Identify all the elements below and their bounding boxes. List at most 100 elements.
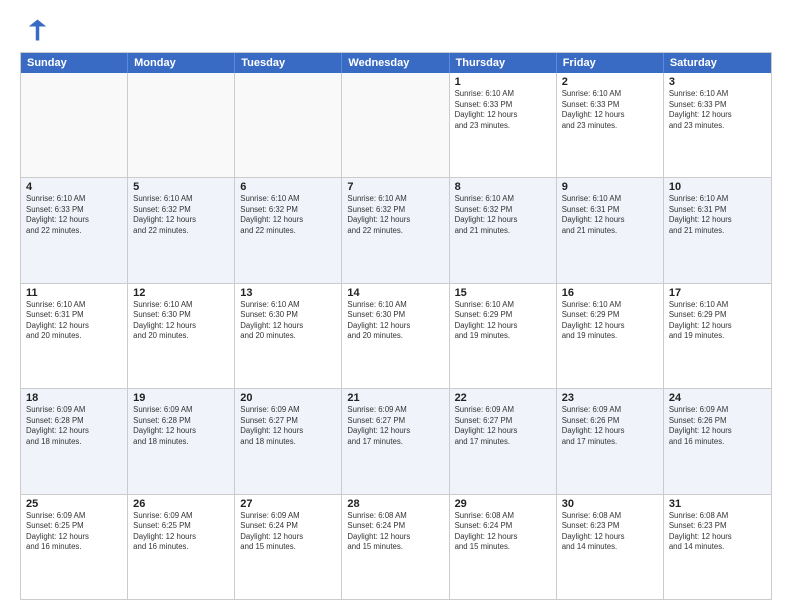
- calendar-cell-2-7: 10Sunrise: 6:10 AM Sunset: 6:31 PM Dayli…: [664, 178, 771, 282]
- day-info: Sunrise: 6:10 AM Sunset: 6:29 PM Dayligh…: [669, 300, 766, 342]
- day-number: 2: [562, 76, 658, 88]
- day-number: 19: [133, 392, 229, 404]
- day-info: Sunrise: 6:10 AM Sunset: 6:29 PM Dayligh…: [562, 300, 658, 342]
- day-info: Sunrise: 6:10 AM Sunset: 6:32 PM Dayligh…: [347, 194, 443, 236]
- calendar-header: SundayMondayTuesdayWednesdayThursdayFrid…: [21, 53, 771, 73]
- day-info: Sunrise: 6:10 AM Sunset: 6:31 PM Dayligh…: [26, 300, 122, 342]
- day-info: Sunrise: 6:10 AM Sunset: 6:32 PM Dayligh…: [240, 194, 336, 236]
- day-number: 28: [347, 498, 443, 510]
- calendar-cell-1-5: 1Sunrise: 6:10 AM Sunset: 6:33 PM Daylig…: [450, 73, 557, 177]
- day-info: Sunrise: 6:09 AM Sunset: 6:26 PM Dayligh…: [562, 405, 658, 447]
- logo: [20, 16, 52, 44]
- header-cell-wednesday: Wednesday: [342, 53, 449, 73]
- calendar-cell-2-1: 4Sunrise: 6:10 AM Sunset: 6:33 PM Daylig…: [21, 178, 128, 282]
- day-info: Sunrise: 6:09 AM Sunset: 6:27 PM Dayligh…: [347, 405, 443, 447]
- day-info: Sunrise: 6:10 AM Sunset: 6:33 PM Dayligh…: [26, 194, 122, 236]
- day-number: 17: [669, 287, 766, 299]
- day-number: 14: [347, 287, 443, 299]
- header-cell-friday: Friday: [557, 53, 664, 73]
- day-info: Sunrise: 6:10 AM Sunset: 6:30 PM Dayligh…: [240, 300, 336, 342]
- calendar-row-4: 18Sunrise: 6:09 AM Sunset: 6:28 PM Dayli…: [21, 388, 771, 493]
- day-number: 27: [240, 498, 336, 510]
- calendar-cell-2-5: 8Sunrise: 6:10 AM Sunset: 6:32 PM Daylig…: [450, 178, 557, 282]
- day-info: Sunrise: 6:09 AM Sunset: 6:27 PM Dayligh…: [240, 405, 336, 447]
- header-cell-monday: Monday: [128, 53, 235, 73]
- header: [20, 16, 772, 44]
- day-number: 15: [455, 287, 551, 299]
- calendar-cell-1-3: [235, 73, 342, 177]
- day-number: 24: [669, 392, 766, 404]
- day-number: 22: [455, 392, 551, 404]
- day-info: Sunrise: 6:09 AM Sunset: 6:25 PM Dayligh…: [26, 511, 122, 553]
- calendar-cell-4-5: 22Sunrise: 6:09 AM Sunset: 6:27 PM Dayli…: [450, 389, 557, 493]
- calendar-cell-5-3: 27Sunrise: 6:09 AM Sunset: 6:24 PM Dayli…: [235, 495, 342, 599]
- day-number: 5: [133, 181, 229, 193]
- day-number: 11: [26, 287, 122, 299]
- calendar-cell-3-2: 12Sunrise: 6:10 AM Sunset: 6:30 PM Dayli…: [128, 284, 235, 388]
- day-info: Sunrise: 6:08 AM Sunset: 6:23 PM Dayligh…: [562, 511, 658, 553]
- day-number: 18: [26, 392, 122, 404]
- calendar-cell-3-1: 11Sunrise: 6:10 AM Sunset: 6:31 PM Dayli…: [21, 284, 128, 388]
- day-number: 7: [347, 181, 443, 193]
- calendar-row-1: 1Sunrise: 6:10 AM Sunset: 6:33 PM Daylig…: [21, 73, 771, 177]
- day-number: 23: [562, 392, 658, 404]
- header-cell-saturday: Saturday: [664, 53, 771, 73]
- calendar-cell-5-5: 29Sunrise: 6:08 AM Sunset: 6:24 PM Dayli…: [450, 495, 557, 599]
- calendar-cell-2-6: 9Sunrise: 6:10 AM Sunset: 6:31 PM Daylig…: [557, 178, 664, 282]
- calendar-cell-5-2: 26Sunrise: 6:09 AM Sunset: 6:25 PM Dayli…: [128, 495, 235, 599]
- day-number: 30: [562, 498, 658, 510]
- day-info: Sunrise: 6:10 AM Sunset: 6:32 PM Dayligh…: [455, 194, 551, 236]
- calendar-cell-1-4: [342, 73, 449, 177]
- calendar-cell-1-1: [21, 73, 128, 177]
- calendar-cell-3-3: 13Sunrise: 6:10 AM Sunset: 6:30 PM Dayli…: [235, 284, 342, 388]
- calendar-cell-3-5: 15Sunrise: 6:10 AM Sunset: 6:29 PM Dayli…: [450, 284, 557, 388]
- day-info: Sunrise: 6:09 AM Sunset: 6:25 PM Dayligh…: [133, 511, 229, 553]
- day-info: Sunrise: 6:10 AM Sunset: 6:33 PM Dayligh…: [455, 89, 551, 131]
- calendar-cell-4-3: 20Sunrise: 6:09 AM Sunset: 6:27 PM Dayli…: [235, 389, 342, 493]
- calendar-cell-1-6: 2Sunrise: 6:10 AM Sunset: 6:33 PM Daylig…: [557, 73, 664, 177]
- calendar-cell-5-4: 28Sunrise: 6:08 AM Sunset: 6:24 PM Dayli…: [342, 495, 449, 599]
- calendar-cell-3-4: 14Sunrise: 6:10 AM Sunset: 6:30 PM Dayli…: [342, 284, 449, 388]
- day-info: Sunrise: 6:09 AM Sunset: 6:28 PM Dayligh…: [133, 405, 229, 447]
- calendar-row-2: 4Sunrise: 6:10 AM Sunset: 6:33 PM Daylig…: [21, 177, 771, 282]
- day-number: 1: [455, 76, 551, 88]
- day-number: 20: [240, 392, 336, 404]
- day-info: Sunrise: 6:08 AM Sunset: 6:24 PM Dayligh…: [347, 511, 443, 553]
- calendar: SundayMondayTuesdayWednesdayThursdayFrid…: [20, 52, 772, 600]
- calendar-cell-4-2: 19Sunrise: 6:09 AM Sunset: 6:28 PM Dayli…: [128, 389, 235, 493]
- calendar-row-5: 25Sunrise: 6:09 AM Sunset: 6:25 PM Dayli…: [21, 494, 771, 599]
- day-number: 25: [26, 498, 122, 510]
- day-number: 6: [240, 181, 336, 193]
- logo-icon: [20, 16, 48, 44]
- calendar-cell-4-1: 18Sunrise: 6:09 AM Sunset: 6:28 PM Dayli…: [21, 389, 128, 493]
- day-number: 8: [455, 181, 551, 193]
- calendar-cell-4-6: 23Sunrise: 6:09 AM Sunset: 6:26 PM Dayli…: [557, 389, 664, 493]
- calendar-cell-1-7: 3Sunrise: 6:10 AM Sunset: 6:33 PM Daylig…: [664, 73, 771, 177]
- day-info: Sunrise: 6:09 AM Sunset: 6:24 PM Dayligh…: [240, 511, 336, 553]
- header-cell-thursday: Thursday: [450, 53, 557, 73]
- day-number: 21: [347, 392, 443, 404]
- day-number: 3: [669, 76, 766, 88]
- calendar-cell-4-7: 24Sunrise: 6:09 AM Sunset: 6:26 PM Dayli…: [664, 389, 771, 493]
- day-info: Sunrise: 6:09 AM Sunset: 6:26 PM Dayligh…: [669, 405, 766, 447]
- calendar-body: 1Sunrise: 6:10 AM Sunset: 6:33 PM Daylig…: [21, 73, 771, 599]
- calendar-cell-5-7: 31Sunrise: 6:08 AM Sunset: 6:23 PM Dayli…: [664, 495, 771, 599]
- day-info: Sunrise: 6:10 AM Sunset: 6:33 PM Dayligh…: [562, 89, 658, 131]
- day-number: 29: [455, 498, 551, 510]
- day-info: Sunrise: 6:10 AM Sunset: 6:30 PM Dayligh…: [347, 300, 443, 342]
- day-number: 31: [669, 498, 766, 510]
- calendar-cell-4-4: 21Sunrise: 6:09 AM Sunset: 6:27 PM Dayli…: [342, 389, 449, 493]
- day-info: Sunrise: 6:10 AM Sunset: 6:31 PM Dayligh…: [562, 194, 658, 236]
- day-info: Sunrise: 6:08 AM Sunset: 6:24 PM Dayligh…: [455, 511, 551, 553]
- calendar-cell-2-2: 5Sunrise: 6:10 AM Sunset: 6:32 PM Daylig…: [128, 178, 235, 282]
- day-info: Sunrise: 6:09 AM Sunset: 6:28 PM Dayligh…: [26, 405, 122, 447]
- day-info: Sunrise: 6:10 AM Sunset: 6:29 PM Dayligh…: [455, 300, 551, 342]
- header-cell-tuesday: Tuesday: [235, 53, 342, 73]
- calendar-cell-3-6: 16Sunrise: 6:10 AM Sunset: 6:29 PM Dayli…: [557, 284, 664, 388]
- day-info: Sunrise: 6:08 AM Sunset: 6:23 PM Dayligh…: [669, 511, 766, 553]
- calendar-cell-5-1: 25Sunrise: 6:09 AM Sunset: 6:25 PM Dayli…: [21, 495, 128, 599]
- day-info: Sunrise: 6:10 AM Sunset: 6:32 PM Dayligh…: [133, 194, 229, 236]
- page: SundayMondayTuesdayWednesdayThursdayFrid…: [0, 0, 792, 612]
- day-number: 12: [133, 287, 229, 299]
- day-number: 13: [240, 287, 336, 299]
